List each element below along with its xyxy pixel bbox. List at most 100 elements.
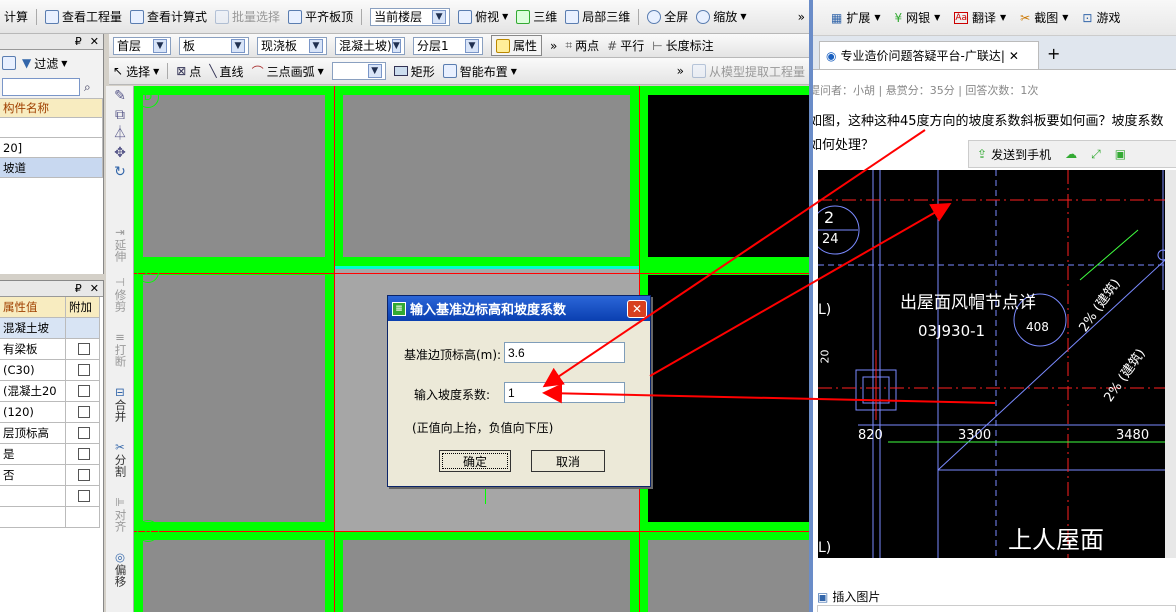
- arc-button[interactable]: ⌒ 三点画弧 ▼: [252, 63, 324, 80]
- extra-checkbox[interactable]: [78, 469, 90, 481]
- point-button[interactable]: ⊠ 点: [176, 63, 201, 80]
- extra-checkbox[interactable]: [78, 490, 90, 502]
- floor-dropdown[interactable]: 当前楼层 ▼: [370, 7, 451, 26]
- select-button[interactable]: ↖ 选择 ▼: [113, 63, 159, 80]
- prop-value[interactable]: 否: [0, 465, 66, 486]
- close-tab-icon[interactable]: ✕: [1009, 49, 1019, 63]
- ok-button[interactable]: 确定: [439, 450, 511, 472]
- align-tool[interactable]: ⊫ 对齐: [106, 496, 134, 533]
- new-component-icon[interactable]: [2, 56, 16, 70]
- translate-button[interactable]: Aa 翻译 ▼: [954, 9, 1006, 26]
- component-search-input[interactable]: [2, 78, 80, 96]
- offset-tool[interactable]: ◎ 偏移: [106, 551, 134, 588]
- cloud-icon[interactable]: ☁: [1065, 147, 1077, 161]
- arc-mode-select[interactable]: ▼: [331, 62, 386, 80]
- toolbar-more-3[interactable]: »: [677, 64, 684, 78]
- parallel-button[interactable]: # 平行: [607, 37, 644, 54]
- bank-button[interactable]: ¥ 网银 ▼: [895, 9, 941, 26]
- flush-slab-top-button[interactable]: 平齐板顶: [288, 8, 353, 25]
- two-point-button[interactable]: ⌗ 两点: [565, 37, 599, 54]
- fullscreen-button[interactable]: 全屏: [647, 8, 688, 25]
- search-icon[interactable]: ⌕: [84, 80, 91, 95]
- view-mode-button[interactable]: 俯视 ▼: [458, 8, 508, 25]
- cancel-button[interactable]: 取消: [531, 450, 605, 472]
- close-icon[interactable]: ✕: [90, 35, 99, 48]
- screenshot-button[interactable]: ✂ 截图 ▼: [1020, 9, 1068, 26]
- prop-value[interactable]: (120): [0, 402, 66, 423]
- component-type-select[interactable]: 板 ▼: [179, 36, 249, 55]
- extract-from-model-button[interactable]: 从模型提取工程量: [691, 63, 805, 80]
- prop-value[interactable]: 是: [0, 444, 66, 465]
- toolbar-more-2[interactable]: »: [550, 39, 557, 53]
- line-button[interactable]: ╲ 直线: [209, 63, 243, 80]
- merge-tool[interactable]: ⊟ 合并: [106, 386, 134, 423]
- mirror-icon[interactable]: ⏃: [113, 127, 127, 141]
- slab-panel[interactable]: [639, 86, 809, 266]
- copy-icon[interactable]: ⧉: [115, 108, 125, 122]
- pen-icon[interactable]: ✎: [114, 89, 126, 103]
- extensions-button[interactable]: ▦ 扩展 ▼: [831, 9, 881, 26]
- send-to-phone-button[interactable]: ⇪ 发送到手机: [977, 146, 1051, 163]
- rotate-icon[interactable]: ↻: [114, 165, 126, 179]
- prop-value[interactable]: (混凝土20: [0, 381, 66, 402]
- cad-image[interactable]: 2 24 出屋面风帽节点详 03J930-1 408 2% (建筑) 2% (建…: [818, 170, 1176, 558]
- prop-value[interactable]: 有梁板: [0, 339, 66, 360]
- prop-value[interactable]: 混凝土坡: [0, 318, 66, 339]
- floor-select[interactable]: 首层 ▼: [113, 36, 171, 55]
- slab-panel[interactable]: [639, 266, 809, 531]
- filter-button[interactable]: ▼ 过滤 ▼: [22, 55, 67, 72]
- move-icon[interactable]: ✥: [114, 146, 126, 160]
- list-item[interactable]: [0, 118, 103, 138]
- new-tab-button[interactable]: +: [1047, 44, 1060, 63]
- extend-tool[interactable]: ⇥ 延伸: [106, 226, 134, 263]
- pin-icon[interactable]: ₽: [75, 35, 82, 48]
- layer-select[interactable]: 分层1 ▼: [413, 36, 483, 55]
- batch-select-button[interactable]: 批量选择: [215, 8, 280, 25]
- prop-value[interactable]: [0, 507, 66, 528]
- close-icon[interactable]: ✕: [90, 282, 99, 295]
- prop-value[interactable]: [0, 486, 66, 507]
- local-3d-button[interactable]: 局部三维: [565, 8, 630, 25]
- break-tool[interactable]: ≡ 打断: [106, 331, 134, 368]
- material-select[interactable]: 混凝土坡) ▼: [335, 36, 405, 55]
- slab-panel[interactable]: [334, 86, 639, 266]
- slab-panel[interactable]: [134, 86, 334, 266]
- view-formula-button[interactable]: 查看计算式: [130, 8, 207, 25]
- elevation-input[interactable]: [504, 342, 625, 363]
- prop-value[interactable]: (C30): [0, 360, 66, 381]
- extra-checkbox[interactable]: [78, 427, 90, 439]
- length-dim-button[interactable]: ⊢ 长度标注: [652, 37, 713, 54]
- scrollbar[interactable]: [1165, 170, 1176, 558]
- extra-checkbox[interactable]: [78, 448, 90, 460]
- expand-icon[interactable]: ⤢: [1091, 147, 1101, 162]
- rect-button[interactable]: 矩形: [393, 63, 435, 80]
- subtype-select[interactable]: 现浇板 ▼: [257, 36, 327, 55]
- prop-value[interactable]: 层顶标高: [0, 423, 66, 444]
- three-d-button[interactable]: 三维: [516, 8, 557, 25]
- extra-checkbox[interactable]: [78, 406, 90, 418]
- insert-image-button[interactable]: ▣ 插入图片: [817, 588, 880, 605]
- smart-layout-button[interactable]: 智能布置 ▼: [442, 63, 517, 80]
- browser-tab-active[interactable]: ◉ 专业造价问题答疑平台-广联达| ✕: [819, 41, 1039, 69]
- pin-icon[interactable]: ₽: [75, 282, 82, 295]
- zoom-button[interactable]: 缩放 ▼: [696, 8, 746, 25]
- slab-panel[interactable]: [134, 266, 334, 531]
- extra-checkbox[interactable]: [78, 343, 90, 355]
- slab-panel[interactable]: [334, 531, 639, 612]
- games-button[interactable]: ⊡ 游戏: [1082, 9, 1120, 26]
- dialog-close-button[interactable]: ✕: [627, 299, 647, 318]
- slope-input[interactable]: [504, 382, 625, 403]
- reply-box[interactable]: [817, 605, 1176, 612]
- dialog-titlebar[interactable]: ≡ 输入基准边标高和坡度系数 ✕: [388, 296, 650, 321]
- properties-button[interactable]: 属性: [491, 35, 543, 56]
- calc-button[interactable]: 计算: [4, 8, 28, 25]
- save-icon[interactable]: ▣: [1115, 147, 1126, 161]
- view-project-button[interactable]: 查看工程量: [45, 8, 122, 25]
- slab-panel[interactable]: [639, 531, 809, 612]
- toolbar-more-1[interactable]: »: [798, 10, 805, 24]
- list-item[interactable]: 坡道: [0, 158, 103, 178]
- slab-panel[interactable]: [134, 531, 334, 612]
- split-tool[interactable]: ✂ 分割: [106, 441, 134, 478]
- trim-tool[interactable]: ⊣ 修剪: [106, 276, 134, 313]
- list-item[interactable]: 20]: [0, 138, 103, 158]
